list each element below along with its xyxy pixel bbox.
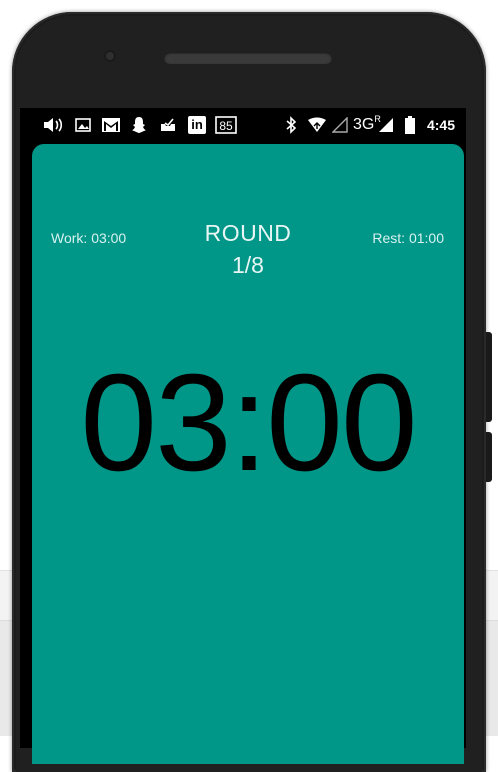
round-counter: 1/8 xyxy=(232,252,264,278)
inbox-icon xyxy=(158,116,178,134)
battery-icon xyxy=(404,116,416,134)
phone-screen: in 85 3G R 4:45 Work: 03:00 ROUND 1/8 Re… xyxy=(20,108,466,764)
calendar-icon: 85 xyxy=(215,116,237,134)
linkedin-text: in xyxy=(191,117,203,132)
countdown-timer[interactable]: 03:00 xyxy=(32,354,464,492)
data-saver-icon xyxy=(306,116,328,134)
bluetooth-icon xyxy=(284,116,298,134)
clock: 4:45 xyxy=(425,116,457,134)
volume-icon xyxy=(42,116,64,134)
volume-button xyxy=(486,332,492,422)
gmail-icon xyxy=(100,116,122,134)
cell-signal-icon xyxy=(377,116,395,134)
front-camera xyxy=(104,50,116,62)
power-button xyxy=(486,432,492,482)
network-type: 3G xyxy=(353,116,375,133)
status-time: 4:45 xyxy=(426,117,456,133)
rest-duration-label: Rest: 01:00 xyxy=(372,230,444,246)
status-bar: in 85 3G R 4:45 xyxy=(20,108,466,142)
wifi-signal-icon xyxy=(331,116,349,134)
snapchat-icon xyxy=(130,116,148,134)
calendar-day: 85 xyxy=(219,119,233,133)
earpiece-speaker xyxy=(164,52,332,64)
timer-app: Work: 03:00 ROUND 1/8 Rest: 01:00 03:00 xyxy=(32,144,464,764)
image-icon xyxy=(74,116,92,134)
linkedin-icon: in xyxy=(187,116,207,134)
